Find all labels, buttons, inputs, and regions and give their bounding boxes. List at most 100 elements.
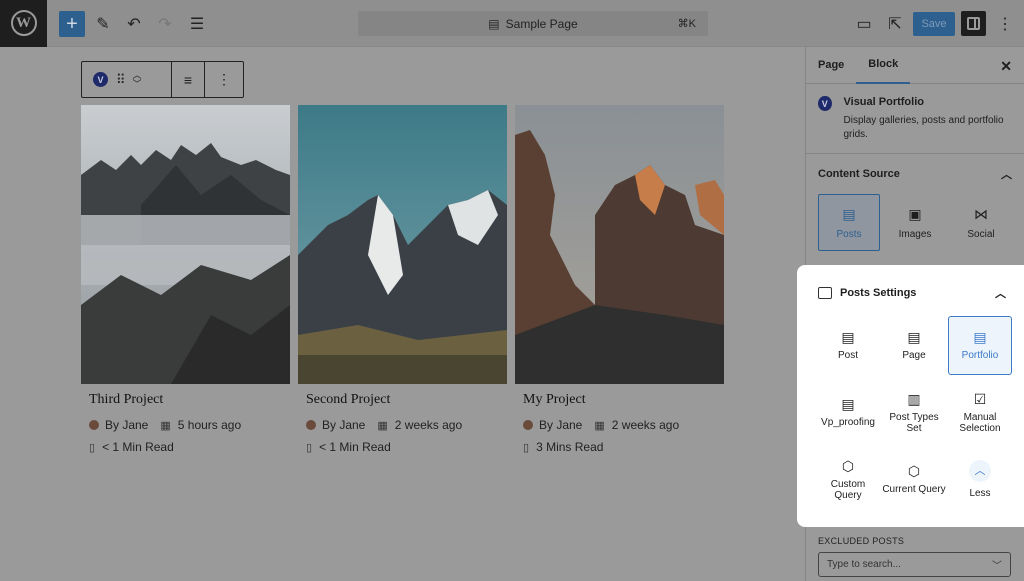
posts-icon: ▤ [842,205,856,222]
document-icon: ▤ [841,329,855,345]
option-vp-proofing[interactable]: ▤ Vp_proofing [816,383,880,442]
read-time: < 1 Min Read [319,440,391,454]
calendar-icon: ▦ [594,419,605,432]
option-label: Less [969,488,991,499]
option-post[interactable]: ▤ Post [816,316,880,375]
chevron-up-icon: ︿ [1001,169,1012,181]
search-placeholder: Type to search... [827,559,901,570]
option-label: Current Query [882,484,946,495]
project-image [81,105,290,384]
close-icon[interactable]: ✕ [1000,58,1012,75]
visual-portfolio-icon: V [93,72,108,87]
option-label: Vp_proofing [821,417,875,428]
snowy-mountain-image [298,105,507,384]
post-date: 2 weeks ago [394,418,463,432]
document-icon: ▤ [841,396,855,412]
excluded-posts-search[interactable]: Type to search... ﹀ [818,552,1011,577]
read-time-row: ▯ < 1 Min Read [306,440,507,454]
command-shortcut: ⌘K [677,18,696,30]
posts-settings-header[interactable]: Posts Settings ︿ [797,265,1024,321]
move-arrows[interactable]: ︿ ﹀ [133,70,142,89]
source-label: Social [967,228,995,240]
cube-icon: ⬡ [841,457,855,474]
option-custom-query[interactable]: ⬡ Custom Query [816,450,880,509]
option-label: Portfolio [961,350,999,361]
redo-icon[interactable]: ↷ [152,11,178,37]
option-post-types-set[interactable]: ▥ Post Types Set [882,383,946,442]
settings-toggle-button[interactable] [961,11,986,36]
portfolio-card[interactable]: Second Project By Jane ▦ 2 weeks ago ▯ <… [298,105,507,454]
author-name[interactable]: By Jane [105,418,148,432]
project-meta: By Jane ▦ 5 hours ago [89,418,290,432]
option-portfolio[interactable]: ▤ Portfolio [948,316,1012,375]
list-view-icon[interactable]: ☰ [184,11,210,37]
drag-handle-icon[interactable]: ⠿ [116,72,125,88]
mountain-fog-image [81,105,290,384]
posts-icon [818,287,832,299]
read-time-row: ▯ < 1 Min Read [89,440,290,454]
excluded-posts-label: EXCLUDED POSTS [818,536,905,546]
block-switcher[interactable]: V ⠿ ︿ ﹀ [82,62,172,97]
calendar-icon: ▦ [377,419,388,432]
pencil-icon[interactable]: ✎ [90,11,116,37]
document-bar[interactable]: ▤ Sample Page ⌘K [358,11,708,36]
book-icon: ▯ [523,441,530,454]
chevron-up-icon: ︿ [995,288,1006,300]
chevron-up-icon: ︿ [969,460,991,482]
block-toolbar: V ⠿ ︿ ﹀ ≡ ⋮ [81,61,244,98]
project-image [298,105,507,384]
cube-icon: ⬡ [907,463,921,479]
avatar [306,420,316,430]
option-page[interactable]: ▤ Page [882,316,946,375]
project-title[interactable]: Second Project [306,392,507,408]
option-less[interactable]: ︿ Less [948,450,1012,509]
option-manual-selection[interactable]: ☑ Manual Selection [948,383,1012,442]
read-time-row: ▯ 3 Mins Read [523,440,724,454]
document-icon: ▤ [907,329,921,345]
share-icon: ⋈ [974,205,988,222]
posts-settings-panel: Posts Settings ︿ ▤ Post ▤ Page ▤ Portfol… [797,265,1024,527]
project-title[interactable]: My Project [523,392,724,408]
portfolio-card[interactable]: My Project By Jane ▦ 2 weeks ago ▯ 3 Min… [515,105,724,454]
project-title[interactable]: Third Project [89,392,290,408]
option-current-query[interactable]: ⬡ Current Query [882,450,946,509]
sidebar-tabs: Page Block ✕ [806,47,1024,84]
project-image [515,105,724,384]
external-view-icon[interactable]: ⇱ [882,11,908,37]
post-date: 2 weeks ago [611,418,680,432]
undo-icon[interactable]: ↶ [121,11,147,37]
options-menu-icon[interactable]: ⋮ [992,11,1018,37]
source-label: Posts [836,228,862,240]
wordpress-icon: W [10,10,37,36]
save-button[interactable]: Save [913,12,955,36]
tab-page[interactable]: Page [806,47,856,84]
read-time: < 1 Min Read [102,440,174,454]
checkbox-icon: ☑ [973,390,987,407]
more-options-icon: ⋮ [217,71,231,87]
images-icon: ▣ [908,205,922,222]
block-options-button[interactable]: ⋮ [205,62,243,97]
wordpress-logo[interactable]: W [0,0,47,47]
post-date: 5 hours ago [177,418,242,432]
tab-block[interactable]: Block [856,47,911,84]
page-icon: ▤ [488,16,500,31]
source-social[interactable]: ⋈ Social [950,194,1012,251]
avatar [523,420,533,430]
source-images[interactable]: ▣ Images [884,194,946,251]
content-source-options: ▤ Posts ▣ Images ⋈ Social [806,194,1024,251]
source-posts[interactable]: ▤ Posts [818,194,880,251]
option-label: Custom Query [830,478,866,501]
desktop-preview-icon[interactable]: ▭ [851,11,877,37]
portfolio-card[interactable]: Third Project By Jane ▦ 5 hours ago ▯ < … [81,105,290,454]
content-source-header[interactable]: Content Source ︿ [806,154,1024,194]
avatar [89,420,99,430]
project-meta: By Jane ▦ 2 weeks ago [306,418,507,432]
align-button[interactable]: ≡ [172,62,205,97]
option-label: Page [902,350,926,361]
post-type-options: ▤ Post ▤ Page ▤ Portfolio ▤ Vp_proofing … [816,316,1014,509]
section-title: Posts Settings [840,287,917,299]
author-name[interactable]: By Jane [539,418,582,432]
add-block-button[interactable]: + [59,11,85,37]
block-name: Visual Portfolio [843,96,924,108]
author-name[interactable]: By Jane [322,418,365,432]
